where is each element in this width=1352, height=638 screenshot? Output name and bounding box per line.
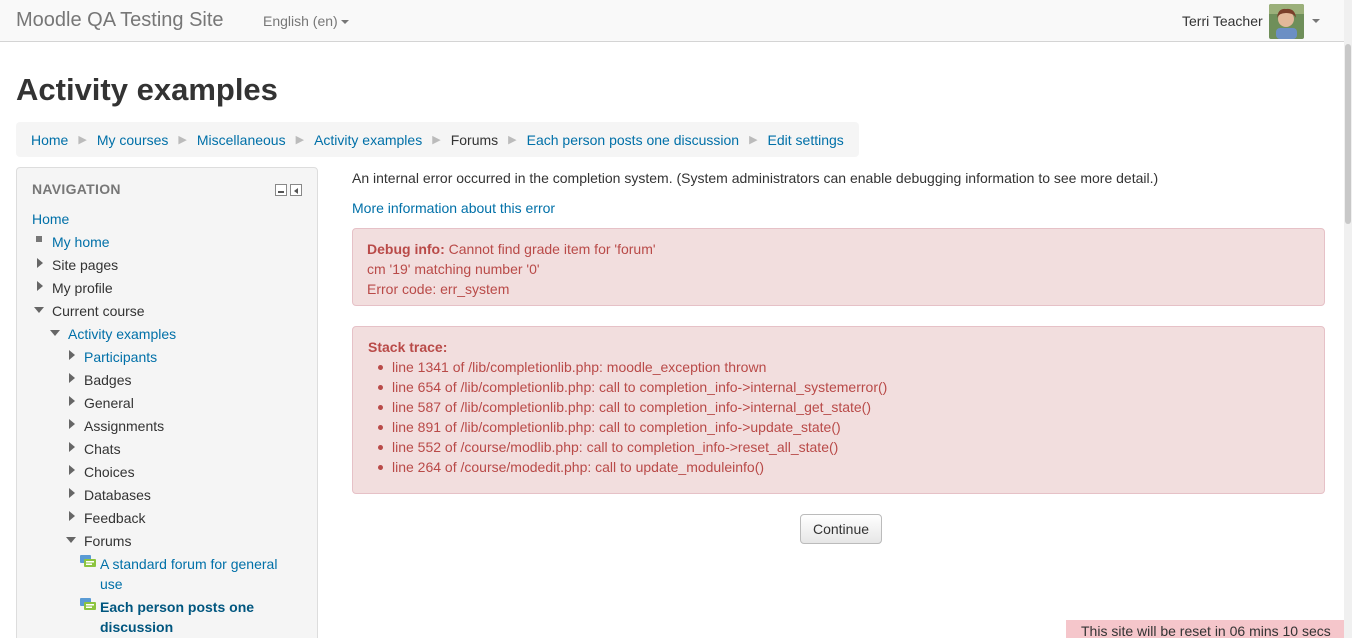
- breadcrumb: Home ▶ My courses ▶ Miscellaneous ▶ Acti…: [16, 122, 859, 157]
- stack-trace-title: Stack trace:: [368, 339, 448, 355]
- nav-item-databases[interactable]: Databases: [84, 485, 151, 505]
- expand-arrow-icon[interactable]: [69, 373, 75, 383]
- nav-item-my-home[interactable]: My home: [52, 232, 110, 252]
- minimize-block-icon[interactable]: [275, 184, 287, 196]
- page-scrollbar[interactable]: [1344, 0, 1352, 638]
- stack-trace-item: line 1341 of /lib/completionlib.php: moo…: [378, 357, 1309, 377]
- continue-button[interactable]: Continue: [800, 514, 882, 544]
- debug-error-code: Error code: err_system: [367, 281, 510, 297]
- nav-item-forums[interactable]: Forums: [84, 531, 131, 551]
- forum-icon: [80, 555, 96, 569]
- nav-item-forum-standard[interactable]: A standard forum for general: [100, 554, 277, 574]
- bullet-icon: [36, 236, 42, 242]
- breadcrumb-miscellaneous[interactable]: Miscellaneous: [197, 132, 286, 148]
- stack-trace-item: line 587 of /lib/completionlib.php: call…: [378, 397, 1309, 417]
- breadcrumb-separator-icon: ▶: [295, 134, 305, 146]
- debug-info-line: cm '19' matching number '0': [367, 261, 540, 277]
- stack-trace-item: line 264 of /course/modedit.php: call to…: [378, 457, 1309, 477]
- avatar: [1268, 3, 1304, 39]
- breadcrumb-separator-icon: ▶: [78, 134, 87, 146]
- dock-block-icon[interactable]: [290, 184, 302, 196]
- expand-arrow-icon[interactable]: [69, 488, 75, 498]
- breadcrumb-separator-icon: ▶: [508, 134, 517, 146]
- stack-trace-item: line 654 of /lib/completionlib.php: call…: [378, 377, 1309, 397]
- nav-item-site-pages[interactable]: Site pages: [52, 255, 118, 275]
- error-message: An internal error occurred in the comple…: [352, 170, 1159, 186]
- nav-item-general[interactable]: General: [84, 393, 134, 413]
- nav-item-badges[interactable]: Badges: [84, 370, 131, 390]
- scrollbar-thumb[interactable]: [1345, 44, 1351, 224]
- debug-info-alert: Debug info: Cannot find grade item for '…: [352, 228, 1325, 306]
- debug-info-line: Cannot find grade item for 'forum': [448, 241, 656, 257]
- nav-item-home[interactable]: Home: [32, 209, 69, 229]
- navbar: Moodle QA Testing Site English (en) Terr…: [0, 0, 1344, 42]
- nav-item-forum-each-person-line2[interactable]: discussion: [100, 617, 173, 637]
- nav-item-assignments[interactable]: Assignments: [84, 416, 164, 436]
- breadcrumb-separator-icon: ▶: [432, 134, 441, 146]
- nav-item-choices[interactable]: Choices: [84, 462, 135, 482]
- site-reset-notice: This site will be reset in 06 mins 10 se…: [1066, 620, 1344, 638]
- expand-arrow-icon[interactable]: [69, 396, 75, 406]
- breadcrumb-each-person-posts[interactable]: Each person posts one discussion: [527, 132, 739, 148]
- expand-arrow-icon[interactable]: [69, 442, 75, 452]
- breadcrumb-separator-icon: ▶: [178, 134, 187, 146]
- breadcrumb-home[interactable]: Home: [31, 132, 68, 148]
- nav-item-feedback[interactable]: Feedback: [84, 508, 145, 528]
- expand-arrow-icon[interactable]: [69, 419, 75, 429]
- stack-trace-item: line 891 of /lib/completionlib.php: call…: [378, 417, 1309, 437]
- site-brand-link[interactable]: Moodle QA Testing Site: [16, 9, 224, 32]
- nav-item-participants[interactable]: Participants: [84, 347, 157, 367]
- nav-item-activity-examples[interactable]: Activity examples: [68, 324, 176, 344]
- nav-item-my-profile[interactable]: My profile: [52, 278, 113, 298]
- nav-item-chats[interactable]: Chats: [84, 439, 121, 459]
- language-label: English (en): [263, 13, 338, 29]
- breadcrumb-activity-examples[interactable]: Activity examples: [314, 132, 422, 148]
- breadcrumb-my-courses[interactable]: My courses: [97, 132, 169, 148]
- expand-arrow-icon[interactable]: [37, 281, 43, 291]
- collapse-arrow-icon[interactable]: [50, 330, 60, 336]
- stack-trace-list: line 1341 of /lib/completionlib.php: moo…: [378, 357, 1309, 477]
- page-title: Activity examples: [16, 72, 278, 107]
- breadcrumb-separator-icon: ▶: [749, 134, 758, 146]
- navigation-block: NAVIGATION Home My home Site pages My pr…: [16, 167, 318, 638]
- user-name: Terri Teacher: [1182, 13, 1263, 29]
- forum-icon: [80, 598, 96, 612]
- stack-trace-item: line 552 of /course/modlib.php: call to …: [378, 437, 1309, 457]
- stack-trace-alert: Stack trace: line 1341 of /lib/completio…: [352, 326, 1325, 494]
- nav-item-current-course[interactable]: Current course: [52, 301, 145, 321]
- collapse-arrow-icon[interactable]: [34, 307, 44, 313]
- expand-arrow-icon[interactable]: [69, 350, 75, 360]
- expand-arrow-icon[interactable]: [69, 511, 75, 521]
- expand-arrow-icon[interactable]: [37, 258, 43, 268]
- breadcrumb-forums: Forums: [450, 131, 499, 148]
- navigation-header: NAVIGATION: [32, 181, 121, 197]
- breadcrumb-edit-settings[interactable]: Edit settings: [768, 132, 844, 148]
- nav-item-forum-standard-line2[interactable]: use: [100, 574, 123, 594]
- chevron-down-icon: [1311, 19, 1320, 23]
- more-info-link[interactable]: More information about this error: [352, 200, 555, 216]
- language-menu[interactable]: English (en): [263, 13, 349, 29]
- nav-item-forum-each-person[interactable]: Each person posts one: [100, 597, 254, 617]
- expand-arrow-icon[interactable]: [69, 465, 75, 475]
- chevron-down-icon: [340, 20, 349, 25]
- collapse-arrow-icon[interactable]: [66, 537, 76, 543]
- debug-info-label: Debug info:: [367, 241, 445, 257]
- user-menu[interactable]: Terri Teacher: [1182, 3, 1320, 39]
